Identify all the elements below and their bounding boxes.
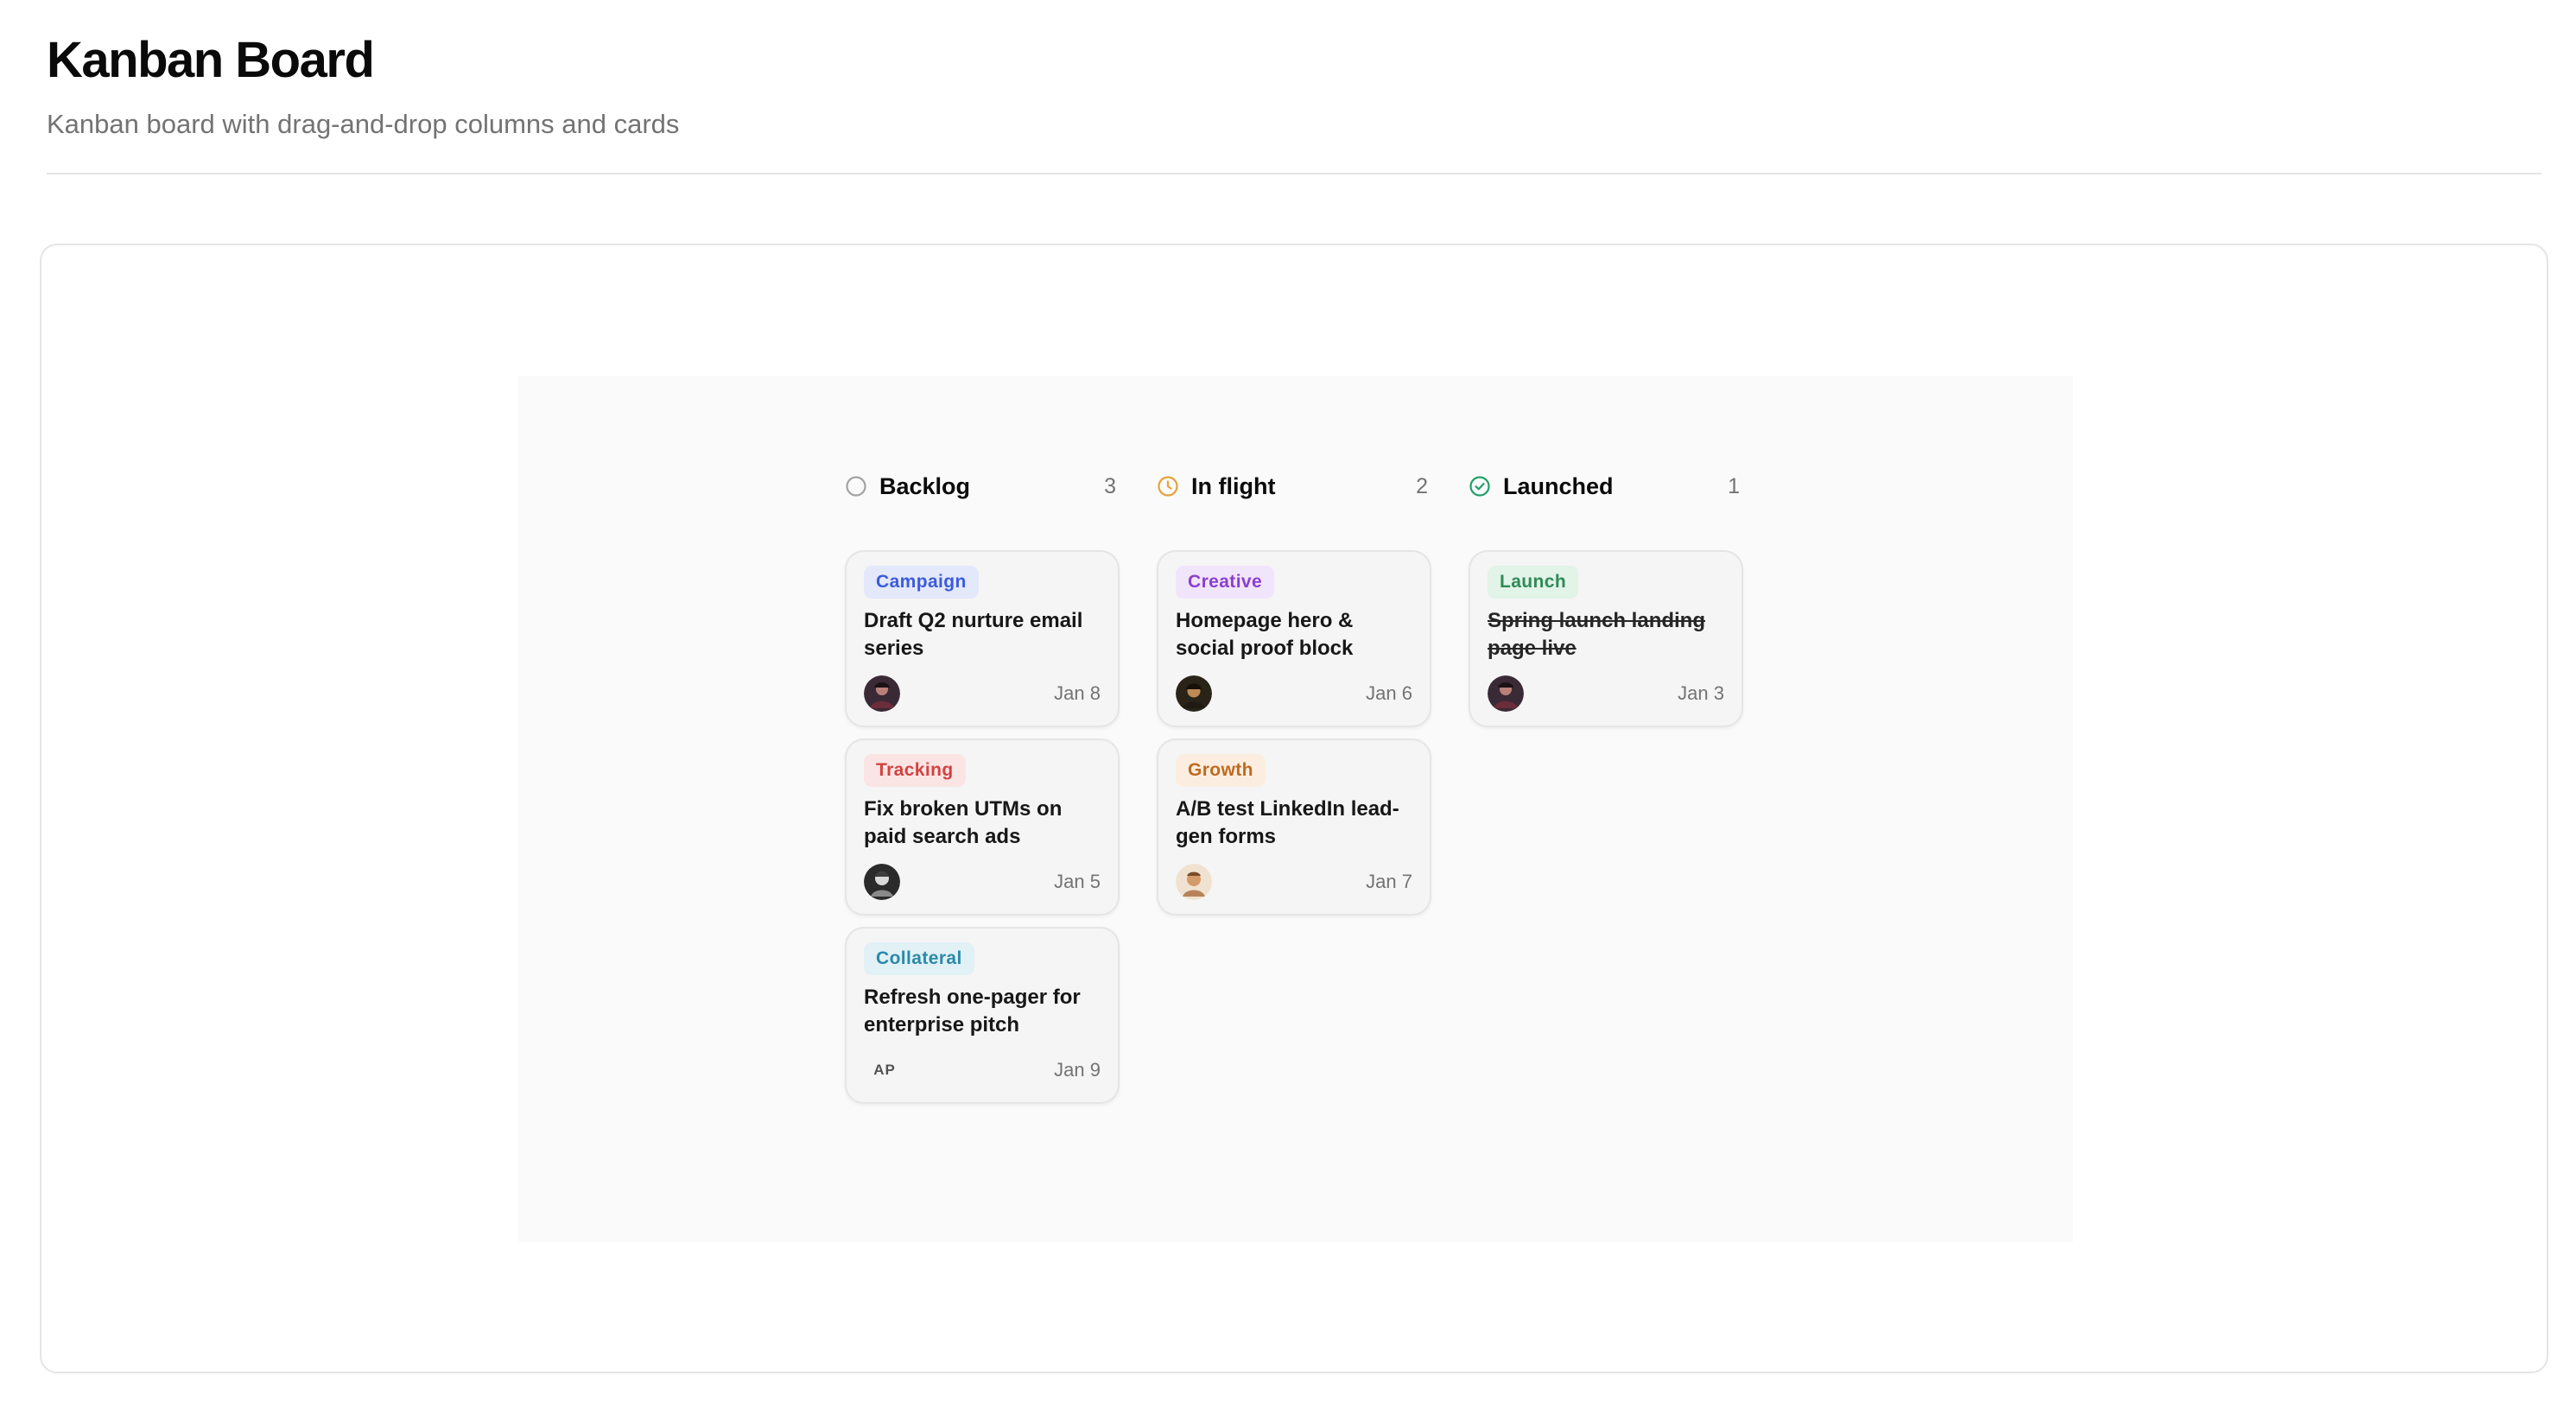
clock-icon xyxy=(1157,475,1179,498)
card-title: A/B test LinkedIn lead-gen forms xyxy=(1176,797,1399,848)
page-title: Kanban Board xyxy=(47,32,375,88)
card-footer: Jan 3 xyxy=(1488,675,1724,712)
card-date: Jan 8 xyxy=(1054,682,1101,704)
avatar: AP xyxy=(873,1062,896,1078)
card-tag: Campaign xyxy=(864,566,979,599)
card-footer: Jan 7 xyxy=(1176,864,1412,900)
kanban-board: Backlog 3 Campaign Draft Q2 nurture emai… xyxy=(518,376,2073,1242)
column-title: Backlog xyxy=(879,472,971,499)
column-count: 3 xyxy=(1104,473,1116,498)
avatar xyxy=(1176,864,1212,900)
avatar xyxy=(1488,675,1524,712)
card-tag: Collateral xyxy=(864,942,974,975)
kanban-card[interactable]: Tracking Fix broken UTMs on paid search … xyxy=(845,739,1120,916)
column-count: 2 xyxy=(1416,473,1428,498)
avatar xyxy=(1176,675,1212,712)
kanban-card[interactable]: Growth A/B test LinkedIn lead-gen forms … xyxy=(1157,739,1431,916)
card-date: Jan 6 xyxy=(1366,682,1412,704)
circle-outline-icon xyxy=(845,475,867,498)
card-footer: AP Jan 9 xyxy=(864,1052,1101,1088)
card-date: Jan 7 xyxy=(1366,871,1412,892)
avatar xyxy=(864,675,900,712)
card-date: Jan 9 xyxy=(1054,1059,1101,1081)
page-header: Kanban Board Kanban board with drag-and-… xyxy=(47,29,2541,142)
card-tag: Tracking xyxy=(864,754,966,787)
card-title: Refresh one-pager for enterprise pitch xyxy=(864,986,1081,1036)
card-title: Fix broken UTMs on paid search ads xyxy=(864,797,1063,848)
column-title: Launched xyxy=(1503,472,1614,499)
card-tag: Creative xyxy=(1176,566,1275,599)
column-title: In flight xyxy=(1191,472,1276,499)
card-tag: Launch xyxy=(1488,566,1579,599)
check-circle-icon xyxy=(1469,475,1491,498)
card-date: Jan 3 xyxy=(1678,682,1724,704)
card-title: Homepage hero & social proof block xyxy=(1176,609,1354,660)
card-title: Draft Q2 nurture email series xyxy=(864,609,1083,660)
kanban-card[interactable]: Campaign Draft Q2 nurture email series J… xyxy=(845,550,1120,727)
card-tag: Growth xyxy=(1176,754,1266,787)
column-count: 1 xyxy=(1728,473,1740,498)
kanban-card[interactable]: Creative Homepage hero & social proof bl… xyxy=(1157,550,1431,727)
kanban-card[interactable]: Launch Spring launch landing page live J… xyxy=(1469,550,1743,727)
column-header-in-flight[interactable]: In flight 2 xyxy=(1157,462,1431,510)
page-subtitle: Kanban board with drag-and-drop columns … xyxy=(47,109,680,139)
card-date: Jan 5 xyxy=(1054,871,1101,892)
card-footer: Jan 5 xyxy=(864,864,1101,900)
header-divider xyxy=(47,173,2541,174)
card-footer: Jan 6 xyxy=(1176,675,1412,712)
avatar xyxy=(864,864,900,900)
kanban-card[interactable]: Collateral Refresh one-pager for enterpr… xyxy=(845,927,1120,1104)
column-header-backlog[interactable]: Backlog 3 xyxy=(845,462,1120,510)
column-header-launched[interactable]: Launched 1 xyxy=(1469,462,1743,510)
card-title: Spring launch landing page live xyxy=(1488,609,1705,660)
card-footer: Jan 8 xyxy=(864,675,1101,712)
